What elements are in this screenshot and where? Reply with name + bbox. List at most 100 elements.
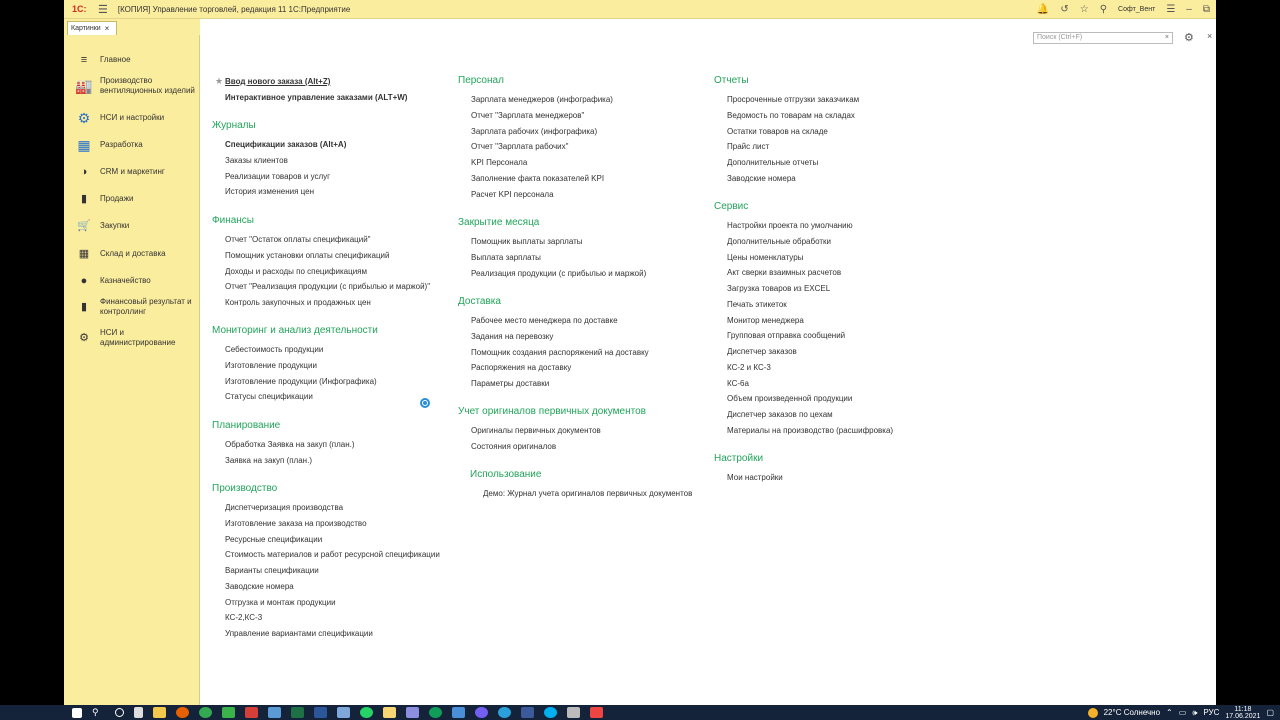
menu-link[interactable]: Состояния оригиналов — [471, 442, 556, 451]
menu-link[interactable]: Помощник создания распоряжений на достав… — [471, 348, 649, 357]
menu-link[interactable]: Просроченные отгрузки заказчикам — [727, 95, 859, 104]
section-title[interactable]: Доставка — [458, 296, 501, 307]
tool-icon[interactable] — [337, 707, 350, 718]
close-icon[interactable]: × — [1207, 31, 1212, 41]
sidebar-item-3[interactable]: ⚙ НСИ и настройки — [64, 110, 200, 126]
anydesk-icon[interactable] — [245, 707, 258, 718]
sidebar-item-6[interactable]: ▮ Продажи — [64, 191, 200, 207]
chrome-icon[interactable] — [199, 707, 212, 718]
excel-icon[interactable] — [291, 707, 304, 718]
remote-icon[interactable] — [452, 707, 465, 718]
1c-taskbar-icon[interactable] — [383, 707, 396, 718]
menu-link[interactable]: Демо: Журнал учета оригиналов первичных … — [483, 489, 692, 498]
menu-link[interactable]: Зарплата менеджеров (инфографика) — [471, 95, 613, 104]
menu-link[interactable]: Групповая отправка сообщений — [727, 331, 845, 340]
menu-icon[interactable]: ☰ — [98, 3, 108, 16]
app-green-icon[interactable] — [222, 707, 235, 718]
clock[interactable]: 11:18 17.06.2021 — [1225, 706, 1260, 720]
menu-link[interactable]: Настройки проекта по умолчанию — [727, 221, 853, 230]
sidebar-item-4[interactable]: ▦ Разработка — [64, 137, 200, 153]
menu-link[interactable]: КС-6а — [727, 379, 749, 388]
clear-search-icon[interactable]: × — [1165, 33, 1169, 43]
gear-icon[interactable]: ⚙ — [1184, 31, 1194, 44]
sidebar-item-8[interactable]: ▦ Склад и доставка — [64, 246, 200, 262]
favorite-star-icon[interactable]: ★ — [215, 76, 223, 87]
menu-link[interactable]: Оригиналы первичных документов — [471, 426, 601, 435]
tray-arrow-icon[interactable]: ⌃ — [1166, 708, 1173, 717]
menu-link[interactable]: Спецификации заказов (Alt+A) — [225, 140, 346, 149]
menu-link[interactable]: Отчет "Зарплата рабочих" — [471, 142, 568, 151]
menu-link[interactable]: Стоимость материалов и работ ресурсной с… — [225, 550, 440, 559]
menu-link[interactable]: Расчет KPI персонала — [471, 190, 554, 199]
menu-link[interactable]: Рабочее место менеджера по доставке — [471, 316, 618, 325]
section-title[interactable]: Отчеты — [714, 75, 749, 86]
menu-link[interactable]: Заводские номера — [727, 174, 796, 183]
sidebar-item-10[interactable]: ▮ Финансовый результат и контроллинг — [64, 297, 200, 317]
menu-link[interactable]: Материалы на производство (расшифровка) — [727, 426, 893, 435]
section-title[interactable]: Учет оригиналов первичных документов — [458, 406, 646, 417]
menu-link[interactable]: Монитор менеджера — [727, 316, 804, 325]
sidebar-item-1[interactable]: ≡ Главное — [64, 52, 200, 68]
settings-taskbar-icon[interactable] — [567, 707, 580, 718]
monitor-icon[interactable] — [521, 707, 534, 718]
menu-link[interactable]: Реализации товаров и услуг — [225, 172, 330, 181]
menu-link[interactable]: Ведомость по товарам на складах — [727, 111, 855, 120]
menu-link[interactable]: Изготовление заказа на производство — [225, 519, 367, 528]
settings-menu-icon[interactable]: ☰ — [1166, 4, 1175, 15]
menu-link[interactable]: Отчет "Остаток оплаты спецификаций" — [225, 235, 371, 244]
firefox-icon[interactable] — [176, 707, 189, 718]
menu-link[interactable]: Изготовление продукции — [225, 361, 317, 370]
save-icon[interactable] — [406, 707, 419, 718]
menu-link[interactable]: Помощник выплаты зарплаты — [471, 237, 583, 246]
section-title[interactable]: Планирование — [212, 420, 280, 431]
word-icon[interactable] — [314, 707, 327, 718]
menu-link[interactable]: Выплата зарплаты — [471, 253, 541, 262]
section-title[interactable]: Персонал — [458, 75, 504, 86]
menu-link[interactable]: Заводские номера — [225, 582, 294, 591]
menu-link[interactable]: Загрузка товаров из EXCEL — [727, 284, 830, 293]
search-icon[interactable]: ⚲ — [1100, 4, 1107, 15]
menu-link[interactable]: Статусы спецификации — [225, 392, 313, 401]
menu-link[interactable]: Распоряжения на доставку — [471, 363, 571, 372]
windows-start-icon[interactable] — [72, 707, 82, 718]
edge-icon[interactable] — [429, 707, 442, 718]
menu-link[interactable]: Прайс лист — [727, 142, 769, 151]
search-input[interactable]: Поиск (Ctrl+F) × — [1033, 32, 1173, 44]
notifications-icon[interactable]: ▢ — [1266, 708, 1274, 717]
sidebar-item-2[interactable]: 🏭 Производство вентиляционных изделий — [64, 76, 200, 96]
menu-link[interactable]: Дополнительные обработки — [727, 237, 831, 246]
viber-icon[interactable] — [475, 707, 488, 718]
link-new-order[interactable]: Ввод нового заказа (Alt+Z) — [225, 77, 330, 86]
menu-link[interactable]: Диспетчер заказов — [727, 347, 797, 356]
weather-text[interactable]: 22°C Солнечно — [1104, 708, 1160, 717]
calculator-icon[interactable] — [268, 707, 281, 718]
volume-icon[interactable]: 🕪 — [1192, 708, 1197, 718]
menu-link[interactable]: Объем произведенной продукции — [727, 394, 852, 403]
section-title[interactable]: Журналы — [212, 120, 256, 131]
search-icon[interactable]: ⚲ — [92, 707, 105, 718]
section-title[interactable]: Сервис — [714, 201, 748, 212]
menu-link[interactable]: Помощник установки оплаты спецификаций — [225, 251, 389, 260]
menu-link[interactable]: Дополнительные отчеты — [727, 158, 818, 167]
restore-icon[interactable]: ⧉ — [1203, 4, 1210, 15]
menu-link[interactable]: Заявка на закуп (план.) — [225, 456, 312, 465]
section-title[interactable]: Настройки — [714, 453, 763, 464]
menu-link[interactable]: Заполнение факта показателей KPI — [471, 174, 604, 183]
sidebar-item-11[interactable]: ⚙ НСИ и администрирование — [64, 328, 200, 348]
bell-icon[interactable]: 🔔 — [1037, 4, 1049, 15]
menu-link[interactable]: Реализация продукции (с прибылью и маржо… — [471, 269, 646, 278]
menu-link[interactable]: КС-2,КС-3 — [225, 613, 262, 622]
cortana-icon[interactable] — [115, 708, 124, 717]
menu-link[interactable]: Заказы клиентов — [225, 156, 288, 165]
menu-link[interactable]: Доходы и расходы по спецификациям — [225, 267, 367, 276]
menu-link[interactable]: Отчет "Реализация продукции (с прибылью … — [225, 282, 430, 291]
menu-link[interactable]: Зарплата рабочих (инфографика) — [471, 127, 597, 136]
app-red-icon[interactable] — [590, 707, 603, 718]
sidebar-item-7[interactable]: 🛒 Закупки — [64, 218, 200, 234]
task-view-icon[interactable] — [134, 707, 143, 718]
menu-link[interactable]: Контроль закупочных и продажных цен — [225, 298, 371, 307]
menu-link[interactable]: Диспетчеризация производства — [225, 503, 343, 512]
section-title[interactable]: Финансы — [212, 215, 254, 226]
language-indicator[interactable]: РУС — [1203, 708, 1219, 717]
link-interactive-orders[interactable]: Интерактивное управление заказами (ALT+W… — [225, 93, 407, 102]
